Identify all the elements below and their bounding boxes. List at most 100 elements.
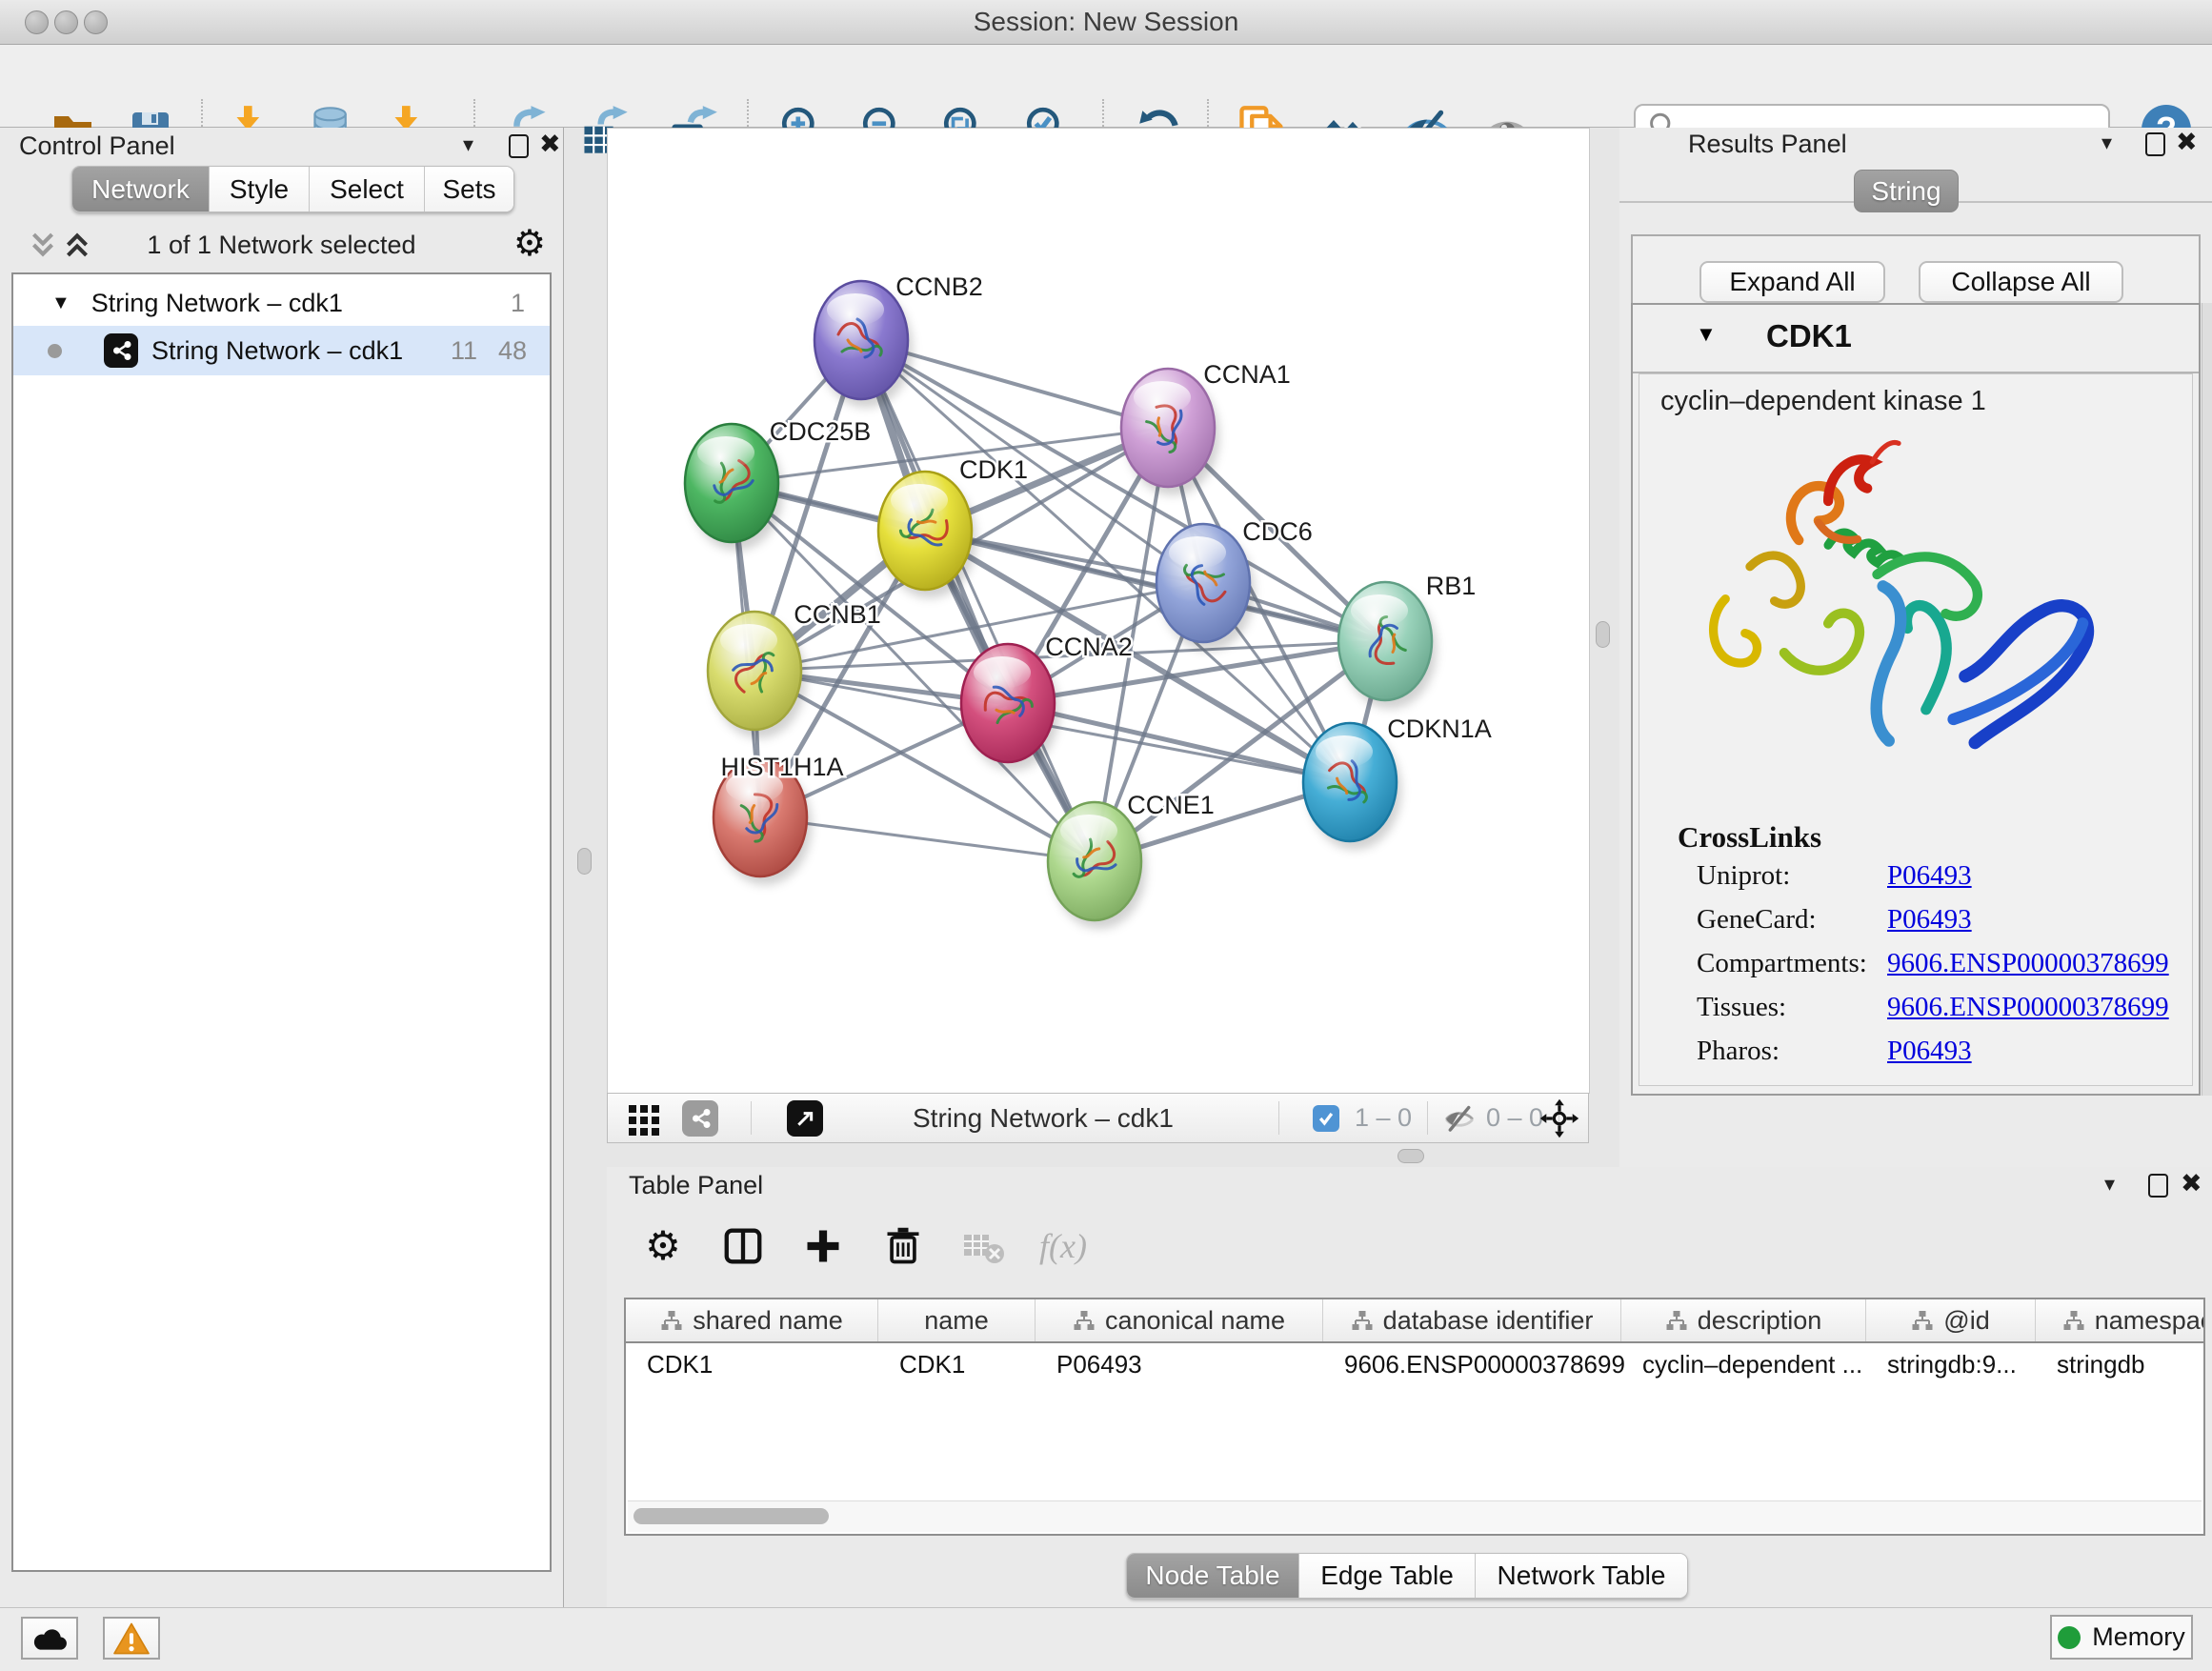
column-header-name[interactable]: name <box>878 1299 1036 1341</box>
column-label: name <box>924 1306 989 1336</box>
crosslink-link[interactable]: P06493 <box>1887 904 1972 936</box>
selected-checkbox-icon[interactable] <box>1313 1105 1339 1132</box>
crosslink-label: GeneCard: <box>1697 904 1817 936</box>
node-ccna2[interactable] <box>961 644 1059 771</box>
column-header-description[interactable]: description <box>1621 1299 1866 1341</box>
gene-section-header[interactable]: ▼ CDK1 <box>1633 305 2199 373</box>
detach-view-icon[interactable] <box>787 1100 823 1137</box>
table-row[interactable]: CDK1CDK1P064939606.ENSP00000378699cyclin… <box>626 1343 2203 1385</box>
network-canvas[interactable]: CCNB2CCNA1CDC25BCDK1CDC6RB1CCNB1CCNA2CDK… <box>607 128 1590 1094</box>
network-view-share-icon[interactable] <box>682 1100 718 1137</box>
table-cell[interactable]: 9606.ENSP00000378699 <box>1323 1343 1621 1385</box>
close-panel-icon[interactable]: ✖ <box>539 130 561 159</box>
tab-style[interactable]: Style <box>210 167 310 211</box>
crosslink-link[interactable]: P06493 <box>1887 860 1972 892</box>
float-panel-icon[interactable]: ▾ <box>2104 1173 2115 1197</box>
crosslink-row: GeneCard: P06493 <box>1697 904 2173 948</box>
table-tabs: Node TableEdge TableNetwork Table <box>1126 1553 1688 1599</box>
function-builder-icon[interactable]: f(x) <box>1036 1217 1091 1276</box>
column-header-shared-name[interactable]: shared name <box>626 1299 878 1341</box>
network-label: String Network – cdk1 <box>151 336 403 366</box>
add-column-icon[interactable] <box>795 1217 851 1276</box>
table-cell[interactable]: stringdb:9... <box>1866 1343 2036 1385</box>
float-panel-icon[interactable]: ▾ <box>2101 131 2112 155</box>
maximize-panel-icon[interactable] <box>2148 1174 2168 1198</box>
table-cell[interactable]: CDK1 <box>878 1343 1036 1385</box>
close-panel-icon[interactable]: ✖ <box>2181 1169 2202 1198</box>
control-panel: Control Panel ▾ ✖ NetworkStyleSelectSets… <box>0 128 564 1608</box>
table-cell[interactable]: cyclin–dependent ... <box>1621 1343 1866 1385</box>
node-label: CDC25B <box>770 417 872 446</box>
collection-count: 1 <box>511 289 525 318</box>
results-scrollbar[interactable] <box>2202 303 2212 1096</box>
hidden-eye-slash-icon <box>1442 1102 1477 1137</box>
right-splitter-handle[interactable] <box>1596 621 1610 648</box>
table-cell[interactable]: P06493 <box>1036 1343 1323 1385</box>
horizontal-scrollbar-thumb[interactable] <box>633 1508 829 1524</box>
network-row-selected[interactable]: String Network – cdk1 11 48 <box>13 326 550 375</box>
node-table: shared name name canonical name database id… <box>624 1298 2205 1536</box>
application-window: Session: New Session <box>0 0 2212 1671</box>
tab-string[interactable]: String <box>1854 170 1959 212</box>
column-label: namespace <box>2095 1306 2205 1336</box>
warnings-button[interactable] <box>103 1617 160 1660</box>
table-settings-gear-icon[interactable]: ⚙ <box>635 1217 691 1276</box>
table-cell[interactable]: stringdb <box>2036 1343 2205 1385</box>
left-splitter-handle[interactable] <box>577 848 592 875</box>
tab-select[interactable]: Select <box>310 167 425 211</box>
crosslink-row: Tissues:9606.ENSP00000378699 <box>1697 992 2173 1036</box>
automation-cloud-button[interactable] <box>21 1617 78 1660</box>
horizontal-scrollbar <box>628 1500 2202 1532</box>
crosslink-link[interactable]: P06493 <box>1887 1036 1972 1067</box>
tab-node-table[interactable]: Node Table <box>1127 1554 1299 1598</box>
gear-icon[interactable]: ⚙ <box>513 225 546 261</box>
expand-all-button[interactable]: Expand All <box>1699 261 1885 303</box>
crosslink-link[interactable]: 9606.ENSP00000378699 <box>1887 948 2169 979</box>
node-label: RB1 <box>1426 572 1477 600</box>
birdseye-navigator-icon[interactable] <box>1539 1098 1579 1138</box>
tab-network[interactable]: Network <box>72 167 210 211</box>
crosslink-label: Compartments: <box>1697 948 1867 979</box>
control-panel-tabs: NetworkStyleSelectSets <box>71 166 514 212</box>
column-header-@id[interactable]: @id <box>1866 1299 2036 1341</box>
node-rb1[interactable] <box>1338 582 1437 709</box>
column-header-namespace[interactable]: namespace <box>2036 1299 2205 1341</box>
column-header-canonical-name[interactable]: canonical name <box>1036 1299 1323 1341</box>
close-panel-icon[interactable]: ✖ <box>2176 128 2198 157</box>
collapse-triangle-icon[interactable]: ▼ <box>1696 322 1717 347</box>
hidden-count: 0 – 0 <box>1486 1094 1543 1142</box>
node-cdk1[interactable] <box>878 472 976 598</box>
node-ccnb1[interactable] <box>708 612 806 738</box>
shared-column-tree-icon <box>660 1309 683 1332</box>
collection-label: String Network – cdk1 <box>91 289 343 318</box>
float-panel-icon[interactable]: ▾ <box>463 133 473 157</box>
column-label: canonical name <box>1105 1306 1285 1336</box>
collapse-triangle-icon[interactable]: ▼ <box>51 292 70 314</box>
show-columns-icon[interactable] <box>715 1217 771 1276</box>
maximize-panel-icon[interactable] <box>509 134 529 158</box>
edge[interactable] <box>861 340 1095 861</box>
network-collection-row[interactable]: ▼ String Network – cdk1 1 <box>13 280 550 326</box>
crosslink-link[interactable]: 9606.ENSP00000378699 <box>1887 992 2169 1023</box>
shared-column-tree-icon <box>1073 1309 1096 1332</box>
memory-button[interactable]: Memory <box>2050 1615 2193 1660</box>
collapse-all-button[interactable]: Collapse All <box>1919 261 2123 303</box>
tab-sets[interactable]: Sets <box>425 167 513 211</box>
bottom-splitter-handle[interactable] <box>1398 1149 1424 1163</box>
gene-content: cyclin–dependent kinase 1 <box>1639 373 2193 1086</box>
maximize-panel-icon[interactable] <box>2145 132 2165 156</box>
expand-all-networks-icon[interactable] <box>29 231 57 259</box>
shared-column-tree-icon <box>1351 1309 1374 1332</box>
delete-table-icon[interactable] <box>955 1217 1011 1276</box>
title-bar: Session: New Session <box>0 0 2212 45</box>
grid-view-icon[interactable] <box>627 1101 661 1136</box>
node-ccne1[interactable] <box>1048 802 1146 929</box>
tab-network-table[interactable]: Network Table <box>1476 1554 1687 1598</box>
toolbar-separator <box>751 1101 752 1135</box>
node-cdc6[interactable] <box>1156 524 1255 651</box>
tab-edge-table[interactable]: Edge Table <box>1299 1554 1476 1598</box>
table-cell[interactable]: CDK1 <box>626 1343 878 1385</box>
delete-column-trash-icon[interactable] <box>875 1217 931 1276</box>
column-header-database-identifier[interactable]: database identifier <box>1323 1299 1621 1341</box>
collapse-all-networks-icon[interactable] <box>63 231 91 259</box>
